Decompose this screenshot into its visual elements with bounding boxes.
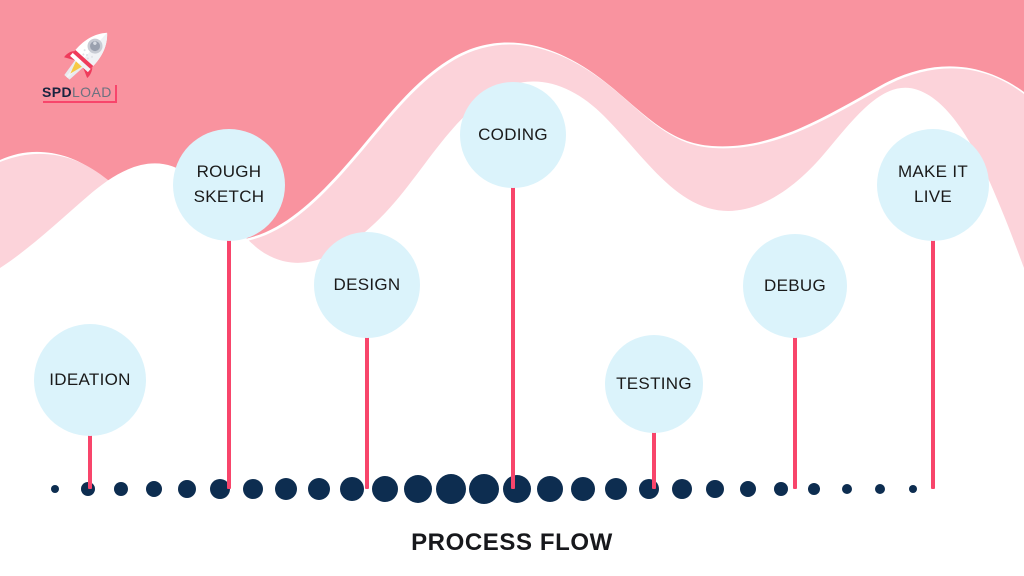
node-bubble-ideation[interactable]: IDEATION xyxy=(34,324,146,436)
node-label-coding: CODING xyxy=(478,124,548,144)
node-label-ideation: IDEATION xyxy=(49,369,131,389)
node-label-rough-sketch: ROUGH SKETCH xyxy=(193,162,265,206)
node-bubble-debug[interactable]: DEBUG xyxy=(743,234,847,338)
node-bubble-design[interactable]: DESIGN xyxy=(314,232,420,338)
node-stem-design xyxy=(365,326,369,489)
timeline-dot xyxy=(842,484,852,494)
timeline-dot xyxy=(146,481,162,497)
timeline-dot xyxy=(774,482,788,496)
timeline-dot xyxy=(639,479,659,499)
node-stem-coding xyxy=(511,163,515,489)
node-label-debug: DEBUG xyxy=(764,275,826,295)
node-stem-rough-sketch xyxy=(227,226,231,489)
node-stem-testing xyxy=(652,425,656,489)
node-bubble-rough-sketch[interactable]: ROUGH SKETCH xyxy=(173,129,285,241)
timeline-dot xyxy=(178,480,196,498)
timeline-dot xyxy=(469,474,499,504)
node-label-make-it-live: MAKE IT LIVE xyxy=(897,162,969,206)
timeline-dot xyxy=(605,478,627,500)
node-stem-debug xyxy=(793,317,797,489)
node-bubble-testing[interactable]: TESTING xyxy=(605,335,703,433)
node-bubble-make-it-live[interactable]: MAKE IT LIVE xyxy=(877,129,989,241)
node-stem-make-it-live xyxy=(931,226,935,489)
timeline-dot xyxy=(503,475,531,503)
timeline-dot xyxy=(340,477,364,501)
timeline-dot xyxy=(537,476,563,502)
timeline-dot xyxy=(275,478,297,500)
timeline-dot xyxy=(909,485,917,493)
timeline-dot xyxy=(706,480,724,498)
timeline-dot xyxy=(114,482,128,496)
timeline-dot xyxy=(808,483,820,495)
node-bubble-coding[interactable]: CODING xyxy=(460,82,566,188)
timeline-dot xyxy=(672,479,692,499)
process-flow-infographic: SPDLOAD IDEATION ROUGH SKETCH DESIGN CODING T… xyxy=(0,0,1024,576)
timeline-dot xyxy=(51,485,59,493)
timeline-dot xyxy=(571,477,595,501)
timeline-dot xyxy=(404,475,432,503)
timeline-dot xyxy=(436,474,466,504)
timeline-dot xyxy=(308,478,330,500)
page-title: PROCESS FLOW xyxy=(411,529,613,556)
node-label-testing: TESTING xyxy=(616,373,692,393)
timeline-dot xyxy=(372,476,398,502)
node-label-design: DESIGN xyxy=(333,274,401,294)
timeline-dot xyxy=(243,479,263,499)
timeline-dot xyxy=(740,481,756,497)
timeline-dot xyxy=(875,484,885,494)
